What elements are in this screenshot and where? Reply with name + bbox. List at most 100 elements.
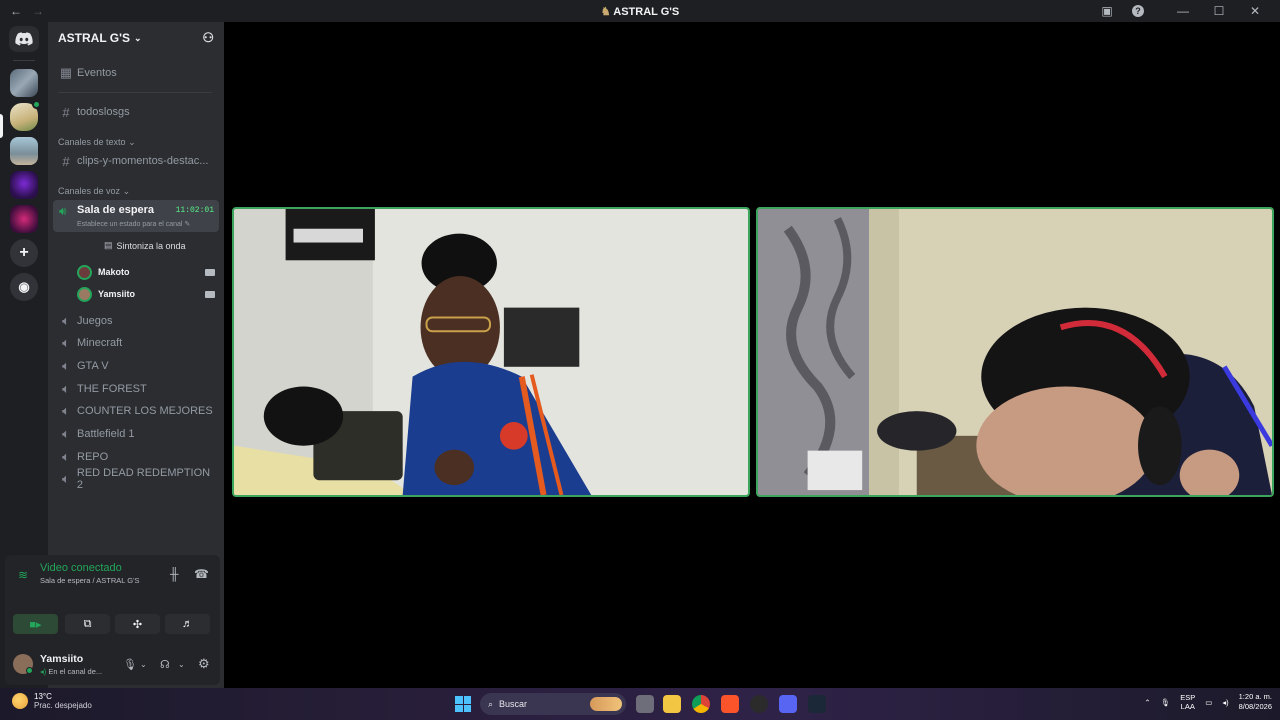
user-status: ◂) En el canal de... <box>40 667 102 676</box>
voice-category[interactable]: Canales de voz ⌄ <box>58 186 130 197</box>
microphone-icon[interactable]: 🎙︎ <box>123 658 137 671</box>
speaker-icon: 🔈︎ <box>62 471 70 486</box>
clock-time: 1:20 a. m. <box>1238 692 1272 701</box>
disconnect-icon[interactable]: ☎︎ <box>194 567 209 581</box>
windows-start-icon[interactable] <box>455 696 471 712</box>
channel-label: GTA V <box>77 360 109 372</box>
explore-compass-icon[interactable]: ◉ <box>10 273 38 301</box>
video-stage <box>224 22 1280 688</box>
signal-icon[interactable]: ≋ <box>18 568 28 582</box>
server-icon-astral[interactable] <box>10 100 41 131</box>
chrome-icon[interactable] <box>692 695 710 713</box>
call-timer: 11:02:01 <box>175 206 214 215</box>
voice-channel-item[interactable]: 🔈︎ THE FOREST <box>54 379 218 399</box>
voice-channel-item[interactable]: 🔈︎ Juegos <box>54 311 218 331</box>
chevron-down-icon: ⌄ <box>128 137 136 147</box>
active-voice-channel[interactable]: 🔊︎ Sala de espera 11:02:01 Establece un … <box>53 200 219 232</box>
voice-channel-item[interactable]: 🔈︎ COUNTER LOS MEJORES <box>54 401 218 421</box>
search-label: Buscar <box>499 699 528 709</box>
username[interactable]: Yamsiito <box>40 653 83 665</box>
forward-arrow-icon[interactable]: → <box>32 4 44 18</box>
text-category[interactable]: Canales de texto ⌄ <box>58 137 136 148</box>
camera-button[interactable]: ■▸ <box>13 614 58 634</box>
activity-button[interactable]: ▤ Sintoniza la onda <box>104 240 186 251</box>
server-icon-4[interactable] <box>10 171 38 199</box>
inbox-icon[interactable]: ▣ <box>1096 4 1118 18</box>
channel-status-text[interactable]: Establece un estado para el canal ✎ <box>77 220 190 228</box>
server-icon-3[interactable] <box>10 137 38 165</box>
invite-people-icon[interactable]: ⚇ <box>202 30 214 46</box>
category-label: Canales de texto <box>58 137 126 147</box>
video-tile-makoto[interactable] <box>232 207 750 497</box>
video-tile-yamsiito[interactable] <box>756 207 1274 497</box>
discord-taskbar-icon[interactable] <box>779 695 797 713</box>
noise-suppression-icon[interactable]: ╫ <box>170 567 179 581</box>
activities-icon: ✣ <box>132 618 143 631</box>
gear-icon[interactable]: ⚙ <box>198 656 210 672</box>
clock[interactable]: 1:20 a. m. 8/08/2026 <box>1239 692 1272 712</box>
speaker-icon: 🔈︎ <box>62 381 70 396</box>
events-item[interactable]: ▦ Eventos <box>54 63 218 83</box>
channel-label: REPO <box>77 451 109 463</box>
server-icon-5[interactable] <box>10 205 38 233</box>
speaker-icon: ◂) <box>40 667 47 676</box>
help-icon[interactable]: ? <box>1132 5 1144 17</box>
voice-member[interactable]: Yamsiito <box>77 285 215 303</box>
discord-home-button[interactable] <box>9 26 39 52</box>
voice-channel-item[interactable]: 🔈︎ REPO <box>54 447 218 467</box>
speaker-icon: 🔊︎ <box>59 204 67 218</box>
connection-status[interactable]: Video conectado <box>40 562 122 574</box>
channel-todoslosgs[interactable]: # todoslosgs <box>54 102 218 122</box>
channel-label: RED DEAD REDEMPTION 2 <box>76 467 211 491</box>
maximize-button[interactable]: ☐ <box>1208 4 1230 18</box>
channel-clips[interactable]: # clips-y-momentos-destac... <box>54 151 218 171</box>
channel-label: THE FOREST <box>77 383 147 395</box>
window-title: ♞ ASTRAL G'S <box>0 5 1280 18</box>
screen-share-button[interactable]: ⧉ <box>65 614 110 634</box>
keyboard-layout: LAA <box>1180 702 1195 711</box>
server-name: ASTRAL G'S <box>58 31 130 45</box>
minimize-button[interactable]: — <box>1172 4 1194 18</box>
camera-icon <box>205 268 215 276</box>
chevron-up-icon[interactable]: ⌃ <box>1144 698 1150 707</box>
soundboard-icon: ♬ <box>182 618 193 630</box>
hash-icon: # <box>62 153 70 169</box>
selected-server-indicator <box>0 114 3 138</box>
server-icon-1[interactable] <box>10 69 38 97</box>
back-arrow-icon[interactable]: ← <box>10 4 22 18</box>
user-panel: Yamsiito ◂) En el canal de... 🎙︎ ⌄ ☊ ⌄ ⚙ <box>13 650 213 680</box>
chevron-down-icon: ⌄ <box>133 32 142 43</box>
weather-widget[interactable]: 13°C Prac. despejado <box>12 692 92 710</box>
video-feed <box>234 209 748 495</box>
task-view-icon[interactable] <box>636 695 654 713</box>
soundboard-button[interactable]: ♬ <box>165 614 210 634</box>
server-header[interactable]: ASTRAL G'S ⌄ ⚇ <box>48 22 224 54</box>
discord-logo-icon <box>15 32 33 46</box>
voice-channel-item[interactable]: 🔈︎ RED DEAD REDEMPTION 2 <box>54 467 218 491</box>
brave-browser-icon[interactable] <box>721 695 739 713</box>
connection-location[interactable]: Sala de espera / ASTRAL G'S <box>40 576 140 585</box>
volume-icon[interactable]: ◂) <box>1222 698 1228 707</box>
chevron-down-icon[interactable]: ⌄ <box>140 660 147 669</box>
headphones-icon[interactable]: ☊ <box>160 658 170 671</box>
windows-taskbar: 13°C Prac. despejado ⌕ Buscar ⌃ 🎙︎ ESP L… <box>0 688 1280 720</box>
close-button[interactable]: ✕ <box>1244 4 1266 18</box>
channel-label: COUNTER LOS MEJORES <box>77 405 213 417</box>
add-server-icon[interactable]: + <box>10 239 38 267</box>
chevron-down-icon: ⌄ <box>122 186 131 196</box>
voice-channel-item[interactable]: 🔈︎ GTA V <box>54 356 218 376</box>
activity-label: Sintoniza la onda <box>116 240 186 251</box>
activities-button[interactable]: ✣ <box>115 614 160 634</box>
voice-channel-item[interactable]: 🔈︎ Battlefield 1 <box>54 424 218 444</box>
voice-channel-item[interactable]: 🔈︎ Minecraft <box>54 333 218 353</box>
steam-icon[interactable] <box>808 695 826 713</box>
language-indicator[interactable]: ESP LAA <box>1180 693 1195 711</box>
channel-label: Juegos <box>77 315 113 327</box>
app-icon[interactable] <box>750 695 768 713</box>
voice-member[interactable]: Makoto <box>77 263 215 281</box>
microphone-icon[interactable]: 🎙︎ <box>1161 698 1171 707</box>
display-icon[interactable]: ▭ <box>1205 698 1212 707</box>
chevron-down-icon[interactable]: ⌄ <box>178 660 185 669</box>
file-explorer-icon[interactable] <box>663 695 681 713</box>
taskbar-search[interactable]: ⌕ Buscar <box>480 693 626 715</box>
